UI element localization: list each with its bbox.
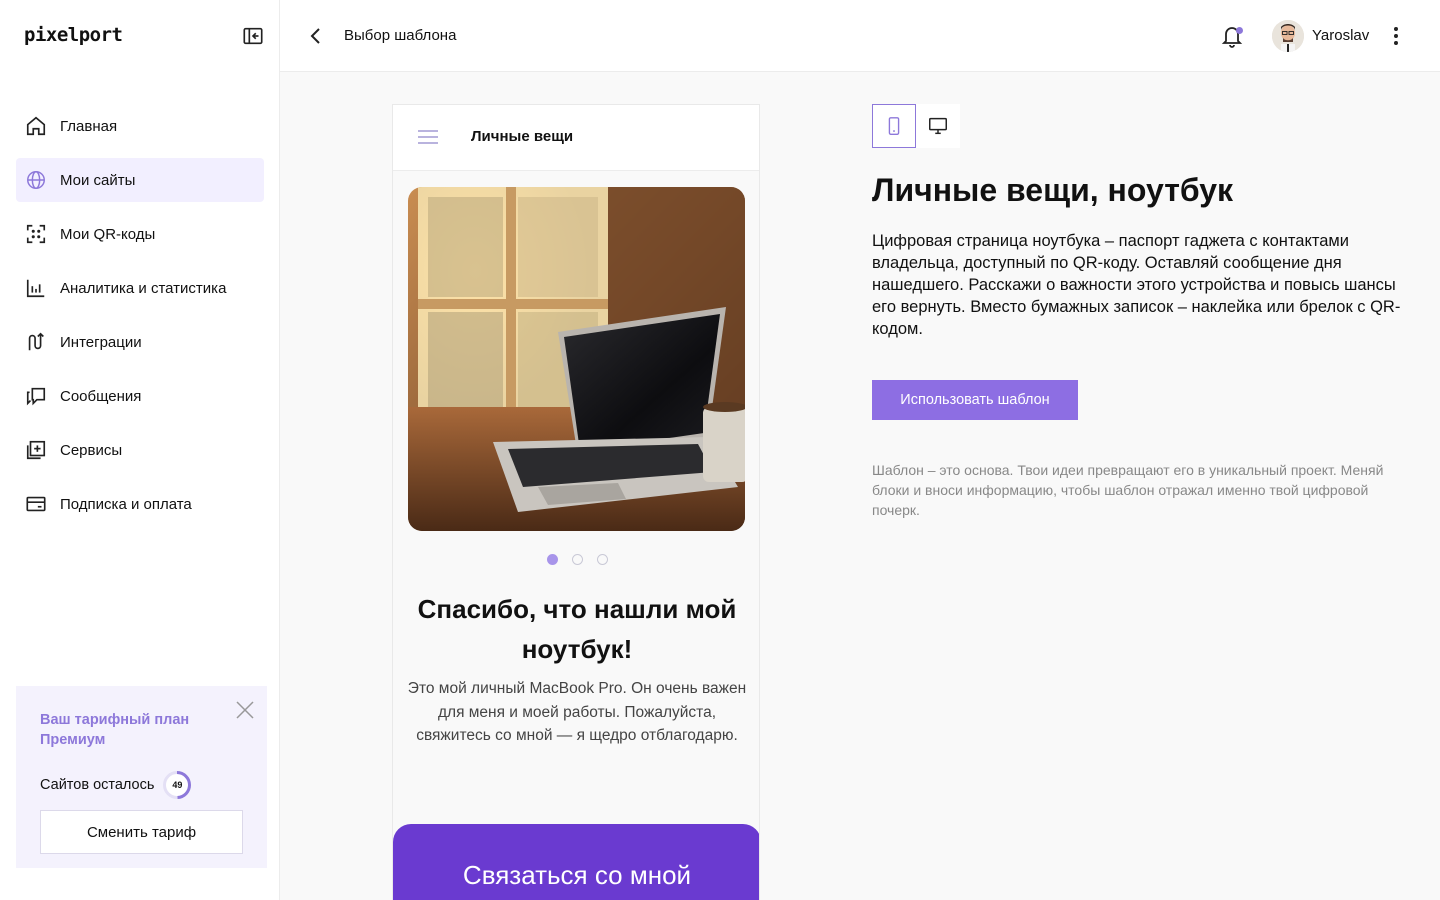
messages-icon: [24, 384, 48, 408]
sites-left-count: 49: [172, 780, 183, 790]
template-title: Личные вещи, ноутбук: [872, 172, 1234, 208]
sidebar: pixelport Главная Мои сайты Мои QR-коды …: [0, 0, 280, 900]
change-plan-button[interactable]: Сменить тариф: [40, 810, 243, 854]
carousel-dots: [393, 554, 759, 565]
plan-name: Премиум: [40, 732, 106, 748]
plan-card: Ваш тарифный план Премиум Сайтов осталос…: [16, 686, 267, 868]
sidebar-item-label: Интеграции: [60, 333, 142, 351]
template-description: Цифровая страница ноутбука – паспорт гад…: [872, 232, 1401, 338]
preview-body: Это мой личный MacBook Pro. Он очень важ…: [407, 680, 747, 744]
carousel-dot[interactable]: [546, 554, 558, 565]
mobile-phone-icon: [888, 117, 900, 135]
qr-scan-icon: [24, 222, 48, 246]
sidebar-item-label: Аналитика и статистика: [60, 279, 227, 297]
sidebar-item-label: Подписка и оплата: [60, 495, 192, 513]
page-title: Выбор шаблона: [344, 27, 457, 44]
sidebar-item-label: Главная: [60, 117, 118, 135]
close-icon[interactable]: [235, 700, 255, 720]
hamburger-menu-icon[interactable]: [418, 130, 438, 144]
laptop-photo: [408, 187, 745, 531]
contact-me-button[interactable]: Связаться со мной: [393, 824, 759, 900]
sidebar-item-label: Мои сайты: [60, 171, 136, 189]
top-header: Выбор шаблона Yaroslav: [280, 0, 1440, 72]
sidebar-item-qr-codes[interactable]: Мои QR-коды: [16, 212, 264, 256]
sites-left-ring: 49: [162, 770, 192, 800]
sidebar-item-label: Сообщения: [60, 387, 142, 405]
use-template-button[interactable]: Использовать шаблон: [872, 380, 1078, 420]
template-note: Шаблон – это основа. Твои идеи превращаю…: [872, 462, 1384, 518]
plan-title-line1: Ваш тарифный план: [40, 712, 190, 728]
sidebar-item-messages[interactable]: Сообщения: [16, 374, 264, 418]
sidebar-item-my-sites[interactable]: Мои сайты: [16, 158, 264, 202]
sidebar-item-home[interactable]: Главная: [16, 104, 264, 148]
sidebar-collapse-icon[interactable]: [242, 25, 264, 47]
services-plus-icon: [24, 438, 48, 462]
back-arrow-icon[interactable]: [306, 25, 326, 47]
card-icon: [24, 492, 48, 516]
sidebar-item-label: Мои QR-коды: [60, 225, 156, 243]
notification-dot: [1236, 27, 1243, 34]
chart-icon: [24, 276, 48, 300]
sidebar-item-label: Сервисы: [60, 441, 123, 459]
sites-left-label: Сайтов осталось: [40, 777, 155, 793]
mobile-view-button[interactable]: [872, 104, 916, 148]
globe-icon: [24, 168, 48, 192]
integration-icon: [24, 330, 48, 354]
carousel-dot[interactable]: [596, 554, 608, 565]
mobile-preview: Личные вещи Спасибо, что нашли мой ноутб…: [392, 104, 760, 900]
logo-row: pixelport: [24, 24, 264, 48]
carousel-dot[interactable]: [571, 554, 583, 565]
desktop-monitor-icon: [929, 117, 947, 135]
more-vertical-icon[interactable]: [1386, 24, 1406, 48]
plan-title: Ваш тарифный план Премиум: [40, 710, 210, 750]
logo[interactable]: pixelport: [24, 24, 123, 46]
home-icon: [24, 114, 48, 138]
preview-heading: Спасибо, что нашли мой ноутбук!: [417, 594, 737, 664]
sidebar-item-subscription[interactable]: Подписка и оплата: [16, 482, 264, 526]
preview-header: Личные вещи: [393, 105, 759, 171]
sidebar-item-integrations[interactable]: Интеграции: [16, 320, 264, 364]
avatar[interactable]: [1272, 20, 1304, 52]
sites-left-row: Сайтов осталось 49: [40, 770, 243, 800]
sidebar-item-analytics[interactable]: Аналитика и статистика: [16, 266, 264, 310]
notification-bell-icon[interactable]: [1220, 23, 1244, 49]
preview-title: Личные вещи: [471, 128, 574, 145]
sidebar-item-services[interactable]: Сервисы: [16, 428, 264, 472]
desktop-view-button[interactable]: [916, 104, 960, 148]
main-content: Личные вещи Спасибо, что нашли мой ноутб…: [280, 72, 1440, 900]
sidebar-nav: Главная Мои сайты Мои QR-коды Аналитика …: [16, 104, 264, 536]
view-mode-toggle: [872, 104, 960, 148]
username[interactable]: Yaroslav: [1312, 27, 1369, 44]
